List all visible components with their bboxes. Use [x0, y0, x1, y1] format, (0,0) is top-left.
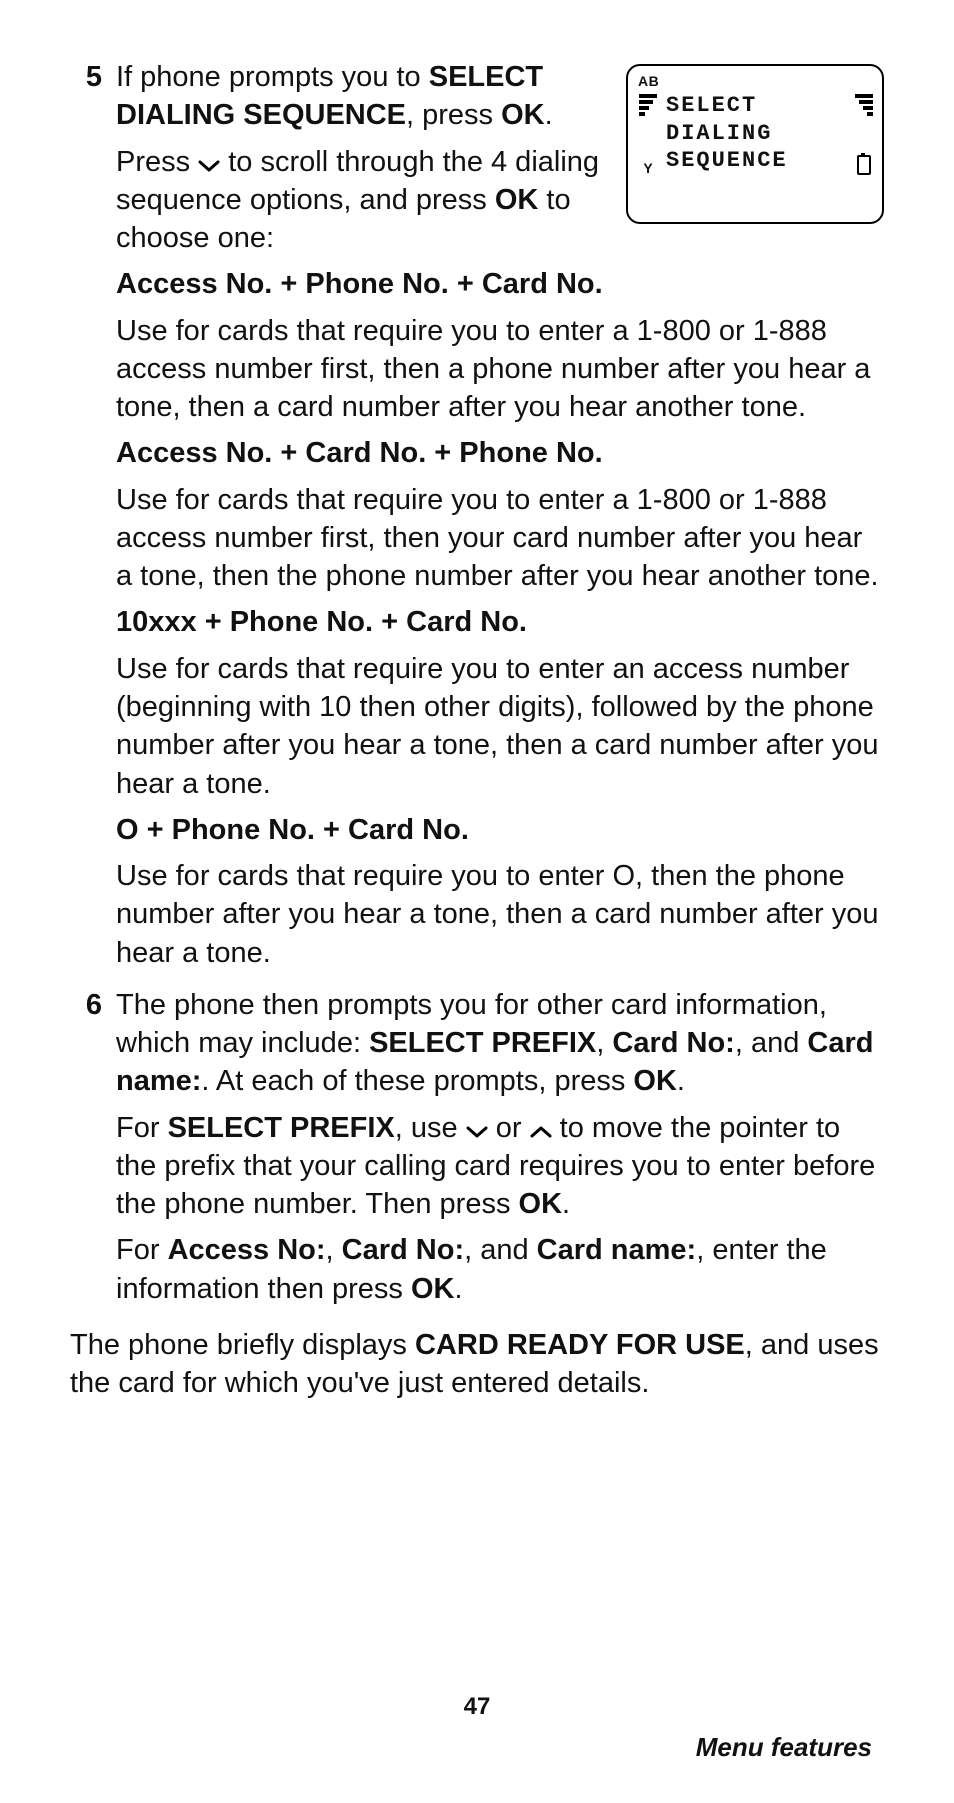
option2-body: Use for cards that require you to enter …	[116, 481, 884, 596]
final-paragraph: The phone briefly displays CARD READY FO…	[70, 1326, 884, 1403]
step6-p3: For Access No:, Card No:, and Card name:…	[116, 1231, 884, 1308]
chevron-down-icon	[198, 159, 220, 173]
footer-section-label: Menu features	[696, 1732, 872, 1763]
phone-screen: AB Y SELECT DIALING SEQUENCE	[626, 64, 884, 224]
screen-line1: SELECT	[666, 92, 848, 120]
step-number-5: 5	[70, 58, 116, 96]
step-6: 6 The phone then prompts you for other c…	[70, 986, 884, 1316]
step-5: 5 AB Y SELECT DIALING	[70, 58, 884, 980]
phone-screen-illustration: AB Y SELECT DIALING SEQUENCE	[626, 64, 884, 224]
manual-page: 5 AB Y SELECT DIALING	[0, 0, 954, 1803]
option3-body: Use for cards that require you to enter …	[116, 650, 884, 803]
screen-ab-label: AB	[638, 72, 874, 90]
page-number: 47	[0, 1693, 954, 1721]
signal-strength-icon: Y	[638, 92, 658, 175]
option2-title: Access No. + Card No. + Phone No.	[116, 434, 884, 472]
step6-p1: The phone then prompts you for other car…	[116, 986, 884, 1101]
chevron-down-icon	[466, 1125, 488, 1139]
option4-body: Use for cards that require you to enter …	[116, 857, 884, 972]
option1-title: Access No. + Phone No. + Card No.	[116, 265, 884, 303]
option4-title: O + Phone No. + Card No.	[116, 811, 884, 849]
screen-line2: DIALING	[666, 120, 848, 148]
step-number-6: 6	[70, 986, 116, 1024]
screen-lcd: Y SELECT DIALING SEQUENCE	[638, 92, 874, 175]
battery-icon	[854, 92, 874, 175]
chevron-up-icon	[530, 1125, 552, 1139]
step-5-body: AB Y SELECT DIALING SEQUENCE	[116, 58, 884, 980]
option1-body: Use for cards that require you to enter …	[116, 312, 884, 427]
option3-title: 10xxx + Phone No. + Card No.	[116, 603, 884, 641]
step-6-body: The phone then prompts you for other car…	[116, 986, 884, 1316]
screen-text: SELECT DIALING SEQUENCE	[664, 92, 848, 175]
step6-p2: For SELECT PREFIX, use or to move the po…	[116, 1109, 884, 1224]
screen-line3: SEQUENCE	[666, 147, 848, 175]
antenna-icon: Y	[643, 161, 652, 175]
